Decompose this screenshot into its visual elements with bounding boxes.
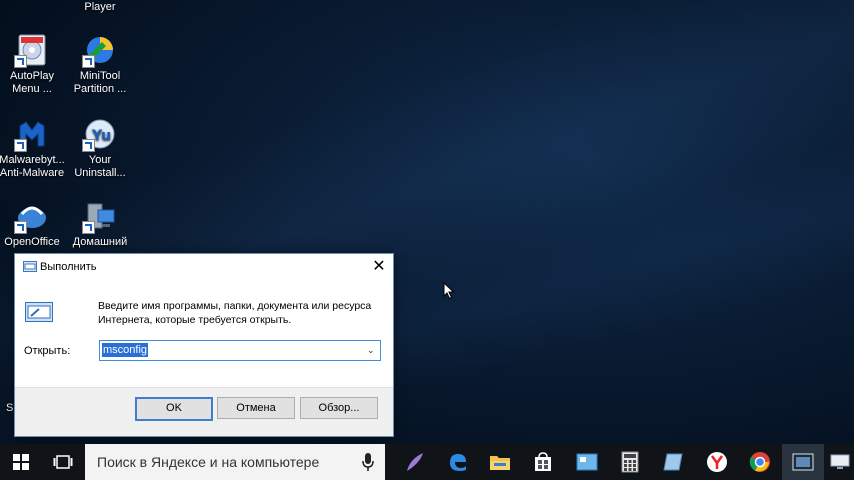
taskbar-app-feather[interactable]: [394, 444, 436, 480]
cancel-button[interactable]: Отмена: [217, 397, 295, 419]
open-combobox[interactable]: msconfig ⌄: [99, 340, 381, 361]
taskbar-app-calculator[interactable]: [609, 444, 651, 480]
dialog-titlebar[interactable]: Выполнить ✕: [15, 254, 393, 280]
desktop-icon-openoffice[interactable]: OpenOffice: [0, 198, 68, 249]
microphone-icon[interactable]: [361, 452, 375, 472]
desktop-partial-label-behind: S: [6, 402, 14, 414]
dialog-title: Выполнить: [40, 261, 97, 273]
browse-button[interactable]: Обзор...: [300, 397, 378, 419]
mouse-cursor-icon: [443, 282, 455, 300]
feather-icon: [407, 453, 423, 471]
taskbar-app-explorer[interactable]: [479, 444, 521, 480]
desktop-icon-minitool[interactable]: MiniTool Partition ...: [64, 32, 136, 96]
taskbar: Поиск в Яндексе и на компьютере: [0, 444, 854, 480]
desktop-icon-your-uninstaller[interactable]: Yu Your Uninstall...: [64, 116, 136, 180]
start-icon: [13, 454, 29, 470]
yandex-browser-icon: [707, 452, 727, 472]
close-button[interactable]: ✕: [365, 254, 393, 280]
edge-icon: [450, 454, 466, 471]
taskbar-app-photos[interactable]: [566, 444, 608, 480]
your-uninstaller-icon: Yu: [82, 116, 118, 152]
open-label: Открыть:: [24, 345, 71, 357]
photos-icon: [576, 453, 598, 471]
calculator-icon: [621, 451, 639, 473]
chevron-down-icon[interactable]: ⌄: [367, 344, 377, 355]
minitool-partition-icon: [82, 32, 118, 68]
desktop-icon-autoplay[interactable]: AutoPlay Menu ...: [0, 32, 68, 96]
openoffice-icon: [14, 198, 50, 234]
desktop-partial-label: Player: [84, 1, 116, 13]
task-view-icon: [53, 455, 73, 469]
start-button[interactable]: [0, 444, 42, 480]
taskbar-app-display[interactable]: [825, 444, 854, 480]
dialog-description: Введите имя программы, папки, документа …: [98, 300, 372, 326]
taskbar-app-store[interactable]: [522, 444, 564, 480]
chrome-icon: [749, 452, 770, 472]
run-program-icon: [25, 302, 53, 322]
taskbar-app-notes[interactable]: [652, 444, 694, 480]
store-icon: [535, 452, 551, 471]
open-input-value[interactable]: msconfig: [102, 343, 149, 357]
taskbar-app-yandex[interactable]: [696, 444, 738, 480]
taskbar-search-box[interactable]: Поиск в Яндексе и на компьютере: [85, 444, 385, 480]
display-icon: [830, 454, 849, 469]
search-placeholder: Поиск в Яндексе и на компьютере: [97, 454, 320, 470]
taskbar-app-edge[interactable]: [437, 444, 479, 480]
ok-button[interactable]: OK: [135, 397, 213, 421]
taskbar-app-chrome[interactable]: [739, 444, 781, 480]
run-icon: [23, 261, 37, 272]
homegroup-icon: [82, 198, 118, 234]
autoplay-menu-icon: [14, 32, 50, 68]
taskbar-app-media[interactable]: [782, 444, 824, 480]
task-view-button[interactable]: [42, 444, 84, 480]
desktop-icon-homegroup[interactable]: Домашний: [64, 198, 136, 249]
desktop-icon-malwarebytes[interactable]: Malwarebyt... Anti-Malware: [0, 116, 68, 180]
dialog-body: Введите имя программы, папки, документа …: [15, 280, 393, 388]
malwarebytes-icon: [14, 116, 50, 152]
run-dialog: Выполнить ✕ Введите имя программы, папки…: [14, 253, 394, 437]
notes-icon: [663, 453, 683, 471]
media-icon: [792, 453, 814, 471]
close-icon: ✕: [372, 258, 386, 275]
file-explorer-icon: [490, 456, 510, 470]
